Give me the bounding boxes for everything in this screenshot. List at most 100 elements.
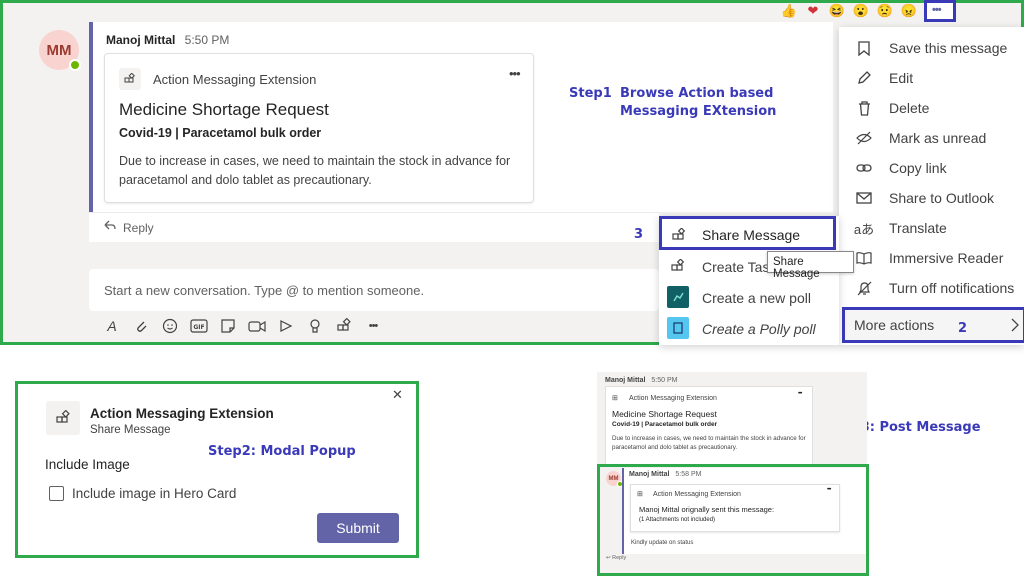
reply-bar[interactable]: Reply: [89, 212, 659, 242]
heart-reaction-icon[interactable]: ❤: [804, 3, 822, 19]
avatar: MM: [606, 471, 623, 487]
sad-reaction-icon[interactable]: 😟: [876, 3, 894, 19]
menu-item-immersive-reader[interactable]: Immersive Reader: [839, 243, 1024, 273]
compose-placeholder[interactable]: Start a new conversation. Type @ to ment…: [104, 283, 424, 298]
pencil-icon: [853, 71, 875, 85]
avatar-initials: MM: [608, 475, 619, 482]
submit-button[interactable]: Submit: [317, 513, 399, 543]
reaction-bar: 👍 ❤ 😆 😮 😟 😠: [778, 3, 928, 21]
emoji-icon[interactable]: [159, 315, 181, 337]
shared-time: 5:58 PM: [675, 471, 702, 478]
shared-reply: ↩ Reply: [606, 555, 626, 561]
menu-item-label: Save this message: [889, 40, 1008, 56]
app-icon: [119, 68, 141, 90]
dialog-subtitle: Share Message: [90, 424, 171, 436]
poll-icon: [667, 286, 689, 308]
laugh-reaction-icon[interactable]: 😆: [828, 3, 846, 19]
chevron-right-icon: [1011, 318, 1019, 332]
reply-label[interactable]: Reply: [123, 221, 154, 235]
surprised-reaction-icon[interactable]: 😮: [852, 3, 870, 19]
translate-icon: aあ: [853, 221, 875, 237]
menu-item-label: Turn off notifications: [889, 280, 1015, 296]
presence-available-icon: [69, 59, 81, 71]
reader-icon: [853, 251, 875, 265]
app-icon: [46, 401, 80, 435]
tooltip-text: Share Message: [773, 256, 820, 280]
submenu-item-share-message[interactable]: Share Message: [659, 216, 836, 250]
submenu-item-label: Create a Polly poll: [702, 321, 816, 337]
thumb-time: 5:50 PM: [651, 377, 678, 384]
thumb-card: ⊞ Action Messaging Extension ••• Medicin…: [605, 386, 813, 466]
menu-item-copy-link[interactable]: Copy link: [839, 153, 1024, 183]
apps-icon[interactable]: [333, 315, 355, 337]
praise-icon[interactable]: [304, 315, 326, 337]
thumb-subtitle: Covid-19 | Paracetamol bulk order: [612, 421, 718, 428]
message-context-menu: Save this message Edit Delete Mark as un…: [839, 27, 1024, 345]
compose-toolbar: A GIF •••: [101, 315, 401, 339]
close-icon[interactable]: ✕: [392, 387, 403, 403]
shared-headline: Manoj Mittal orignally sent this message…: [639, 505, 775, 514]
include-image-checkbox[interactable]: [49, 486, 64, 501]
attach-icon[interactable]: [130, 315, 152, 337]
bookmark-icon: [853, 40, 875, 56]
apps-icon: ⊞: [637, 491, 643, 498]
compose-box[interactable]: Start a new conversation. Type @ to ment…: [89, 269, 659, 311]
stream-icon[interactable]: [275, 315, 297, 337]
apps-icon: ⊞: [612, 395, 618, 402]
mail-icon: [853, 192, 875, 204]
meet-now-icon[interactable]: [246, 315, 268, 337]
submenu-item-create-poll[interactable]: Create a new poll: [659, 283, 839, 315]
teams-channel-panel: MM Manoj Mittal 5:50 PM Action Messaging…: [0, 0, 1024, 345]
menu-item-edit[interactable]: Edit: [839, 63, 1024, 93]
angry-reaction-icon[interactable]: 😠: [900, 3, 918, 19]
shared-attachments: (1 Attachments not included): [639, 517, 716, 523]
submenu-item-label: Create a new poll: [702, 290, 811, 306]
menu-item-label: Share to Outlook: [889, 190, 995, 206]
card-subtitle: Covid-19 | Paracetamol bulk order: [119, 126, 322, 140]
menu-item-turn-off-notifications[interactable]: Turn off notifications: [839, 273, 1024, 303]
dialog-title: Action Messaging Extension: [90, 406, 274, 421]
menu-item-save[interactable]: Save this message: [839, 33, 1024, 63]
card-app-name: Action Messaging Extension: [153, 72, 317, 87]
link-icon: [853, 162, 875, 174]
thumb-more-icon: •••: [798, 391, 802, 397]
step1-text-line1: Browse Action based: [620, 86, 774, 101]
reply-icon: ↩: [606, 555, 611, 561]
checkbox-label[interactable]: Include image in Hero Card: [72, 486, 236, 501]
shared-reply-label: Reply: [612, 555, 627, 561]
menu-item-share-outlook[interactable]: Share to Outlook: [839, 183, 1024, 213]
avatar[interactable]: MM: [39, 30, 81, 71]
svg-text:GIF: GIF: [193, 324, 204, 331]
card-more-icon[interactable]: •••: [509, 66, 521, 81]
menu-item-delete[interactable]: Delete: [839, 93, 1024, 123]
more-actions-item[interactable]: More actions 2: [842, 307, 1024, 343]
menu-item-label: Delete: [889, 100, 930, 116]
card-body: Due to increase in cases, we need to mai…: [119, 154, 511, 187]
more-actions-submenu: Share Message Create Task Create a new p…: [659, 216, 839, 345]
message-author[interactable]: Manoj Mittal: [106, 33, 175, 47]
card-title: Medicine Shortage Request: [119, 100, 329, 119]
more-options-icon[interactable]: •••: [362, 315, 384, 337]
gif-icon[interactable]: GIF: [188, 315, 210, 337]
step1-label: Step1: [569, 86, 612, 101]
step1-text-line2: Messaging EXtension: [620, 104, 777, 119]
shared-app-name: Action Messaging Extension: [653, 491, 741, 498]
trash-icon: [853, 100, 875, 116]
like-reaction-icon[interactable]: 👍: [780, 3, 798, 19]
shared-card: ⊞ Action Messaging Extension ••• Manoj M…: [630, 484, 840, 532]
format-icon[interactable]: A: [101, 315, 123, 337]
more-actions-label: More actions: [854, 317, 935, 333]
submenu-item-polly-poll[interactable]: Create a Polly poll: [659, 315, 839, 345]
original-message-thumbnail: Manoj Mittal 5:50 PM ⊞ Action Messaging …: [597, 372, 867, 468]
shared-author: Manoj Mittal: [629, 471, 670, 478]
menu-item-translate[interactable]: aあ Translate: [839, 213, 1024, 243]
shared-message-post: MM Manoj Mittal 5:58 PM ⊞ Action Messagi…: [597, 464, 869, 576]
apps-icon: [671, 259, 685, 273]
message-more-options-button[interactable]: •••: [924, 0, 956, 22]
thumb-app-name: Action Messaging Extension: [629, 395, 717, 402]
reply-icon: [103, 219, 117, 233]
sticker-icon[interactable]: [217, 315, 239, 337]
submenu-item-label: Share Message: [702, 227, 801, 243]
section-label: Include Image: [45, 457, 130, 472]
menu-item-mark-unread[interactable]: Mark as unread: [839, 123, 1024, 153]
